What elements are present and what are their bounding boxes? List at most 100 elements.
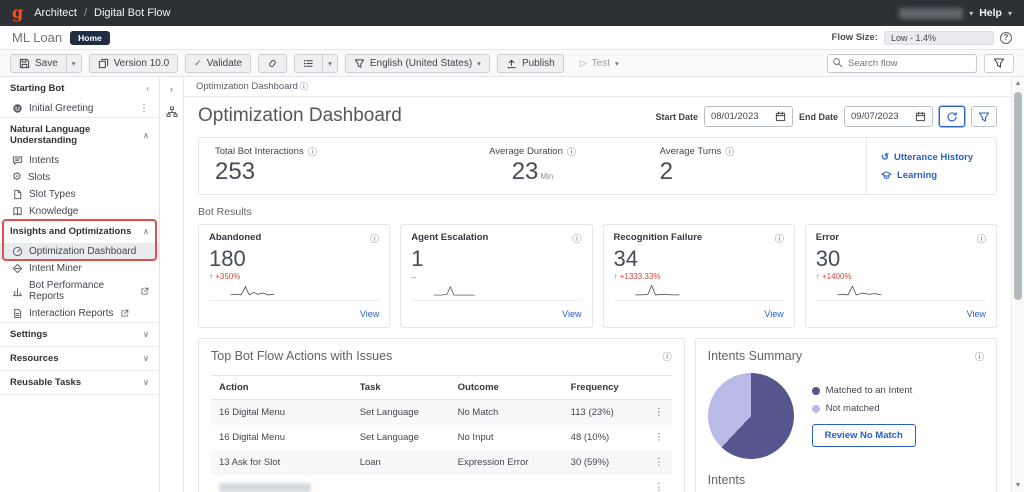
- learning-link[interactable]: Learning: [881, 170, 982, 181]
- sidebar-item-slots[interactable]: ⚙ Slots: [0, 169, 159, 186]
- table-row[interactable]: 13 Ask for Slot Loan Expression Error 30…: [211, 450, 672, 475]
- help-chevron-down-icon[interactable]: ▾: [1008, 9, 1012, 18]
- user-chevron-down-icon[interactable]: ▾: [969, 9, 973, 18]
- info-icon[interactable]: ⓘ: [567, 145, 576, 158]
- info-icon[interactable]: ⓘ: [725, 145, 734, 158]
- cell-outcome: No Match: [450, 400, 563, 426]
- sidebar-item-label: Slots: [28, 172, 50, 183]
- info-icon[interactable]: ⓘ: [775, 232, 784, 245]
- vertical-scrollbar[interactable]: ▲ ▼: [1011, 77, 1024, 492]
- dashboard-filter-button[interactable]: [971, 106, 997, 127]
- expand-chevron-right-icon[interactable]: ›: [170, 84, 173, 94]
- refresh-button[interactable]: [939, 106, 965, 127]
- start-date-input[interactable]: [711, 111, 769, 122]
- section-nlu[interactable]: Natural Language Understanding ∧: [0, 117, 159, 152]
- sparkline-chart: [614, 283, 702, 297]
- list-icon: [303, 58, 314, 69]
- redacted-cell: [219, 483, 311, 492]
- pie-legend: Matched to an Intent Not matched: [812, 385, 916, 414]
- card-value: 1: [411, 247, 581, 271]
- info-icon[interactable]: ⓘ: [370, 232, 379, 245]
- card-recognition-failure: Recognition Failure ⓘ 34 ↑ +1333.33% Vie…: [603, 224, 795, 328]
- calendar-icon[interactable]: [775, 111, 786, 122]
- info-icon[interactable]: ⓘ: [308, 145, 317, 158]
- search-flow-input[interactable]: [827, 54, 977, 73]
- sidebar-item-label: Interaction Reports: [29, 308, 114, 319]
- scrollbar-thumb[interactable]: [1014, 92, 1022, 300]
- end-date-input[interactable]: [851, 111, 909, 122]
- sidebar-item-intent-miner[interactable]: Intent Miner: [0, 260, 159, 277]
- sidebar-item-initial-greeting[interactable]: Initial Greeting ⋮: [0, 100, 159, 117]
- row-kebab-menu-icon[interactable]: ⋮: [646, 475, 672, 492]
- flow-type-label: Digital Bot Flow: [94, 7, 170, 19]
- section-resources[interactable]: Resources ∨: [0, 346, 159, 370]
- stat-value: 23: [512, 158, 539, 185]
- utterance-history-link[interactable]: ↺ Utterance History: [881, 152, 982, 163]
- row-kebab-menu-icon[interactable]: ⋮: [646, 450, 672, 475]
- card-value: 30: [816, 247, 986, 271]
- chevron-left-icon: ‹: [146, 84, 149, 93]
- sidebar-item-slot-types[interactable]: Slot Types: [0, 186, 159, 203]
- sidebar-item-interaction-reports[interactable]: Interaction Reports: [0, 305, 159, 322]
- list-view-dropdown-button[interactable]: ▾: [323, 54, 338, 73]
- publish-button[interactable]: Publish: [497, 54, 564, 73]
- calendar-icon[interactable]: [915, 111, 926, 122]
- start-date-field[interactable]: [704, 106, 793, 127]
- link-button[interactable]: [258, 54, 287, 73]
- row-kebab-menu-icon[interactable]: ⋮: [646, 425, 672, 450]
- legend-item-not-matched: Not matched: [812, 403, 916, 414]
- section-starting-bot[interactable]: Starting Bot ‹: [0, 77, 159, 100]
- language-dropdown[interactable]: English (United States) ▾: [345, 54, 490, 73]
- save-dropdown-button[interactable]: ▾: [67, 54, 82, 73]
- flow-size-help-icon[interactable]: ?: [1000, 32, 1012, 44]
- view-link[interactable]: View: [360, 309, 379, 319]
- legend-item-matched: Matched to an Intent: [812, 385, 916, 396]
- row-kebab-menu-icon[interactable]: ⋮: [646, 400, 672, 426]
- validate-button[interactable]: ✓ Validate: [185, 54, 251, 73]
- version-button[interactable]: Version 10.0: [89, 54, 179, 73]
- info-icon[interactable]: ⓘ: [572, 232, 581, 245]
- info-icon[interactable]: ⓘ: [977, 232, 986, 245]
- scrollbar-track[interactable]: [1012, 90, 1024, 479]
- card-agent-escalation: Agent Escalation ⓘ 1 – View: [400, 224, 592, 328]
- scroll-down-icon[interactable]: ▼: [1015, 479, 1022, 492]
- view-link[interactable]: View: [967, 309, 986, 319]
- breadcrumb-label: Optimization Dashboard: [196, 81, 298, 92]
- dashboard-content: Optimization Dashboard Start Date End Da…: [184, 97, 1011, 492]
- view-link[interactable]: View: [562, 309, 581, 319]
- stat-label: Average Turns: [660, 146, 722, 157]
- help-menu[interactable]: Help: [979, 7, 1002, 19]
- table-row-partial[interactable]: ⋮: [211, 475, 672, 492]
- save-button[interactable]: Save: [10, 54, 67, 73]
- stat-average-turns: Average Turns ⓘ 2: [644, 138, 866, 194]
- external-link-icon: [120, 309, 129, 318]
- section-settings[interactable]: Settings ∨: [0, 322, 159, 346]
- legend-dot: [812, 387, 820, 395]
- sidebar-item-bot-performance-reports[interactable]: Bot Performance Reports: [0, 277, 159, 305]
- section-insights[interactable]: Insights and Optimizations ∧: [0, 220, 159, 243]
- flow-tree-icon[interactable]: [166, 106, 178, 118]
- user-menu[interactable]: [899, 8, 963, 19]
- search-filter-button[interactable]: [984, 54, 1014, 73]
- stat-unit: Min: [540, 172, 553, 181]
- scroll-up-icon[interactable]: ▲: [1015, 77, 1022, 90]
- list-view-button[interactable]: [294, 54, 323, 73]
- sidebar-item-optimization-dashboard[interactable]: Optimization Dashboard: [0, 243, 159, 260]
- table-row[interactable]: 16 Digital Menu Set Language No Match 11…: [211, 400, 672, 426]
- sidebar-item-intents[interactable]: Intents: [0, 152, 159, 169]
- view-link[interactable]: View: [764, 309, 783, 319]
- section-title: Settings: [10, 329, 47, 340]
- info-icon[interactable]: ⓘ: [975, 350, 984, 363]
- end-date-field[interactable]: [844, 106, 933, 127]
- section-reusable-tasks[interactable]: Reusable Tasks ∨: [0, 370, 159, 394]
- info-icon[interactable]: ⓘ: [663, 350, 672, 363]
- kebab-menu-icon[interactable]: ⋮: [139, 103, 149, 114]
- play-icon: ▷: [580, 58, 587, 69]
- intents-summary-panel: Intents Summary ⓘ Matched to an Intent: [695, 338, 997, 492]
- chevron-down-icon: ▾: [615, 59, 619, 68]
- breadcrumb-info-icon[interactable]: ⓘ: [300, 81, 308, 92]
- table-row[interactable]: 16 Digital Menu Set Language No Input 48…: [211, 425, 672, 450]
- sidebar-item-knowledge[interactable]: Knowledge: [0, 203, 159, 220]
- review-no-match-button[interactable]: Review No Match: [812, 424, 916, 447]
- legend-dot: [812, 405, 820, 413]
